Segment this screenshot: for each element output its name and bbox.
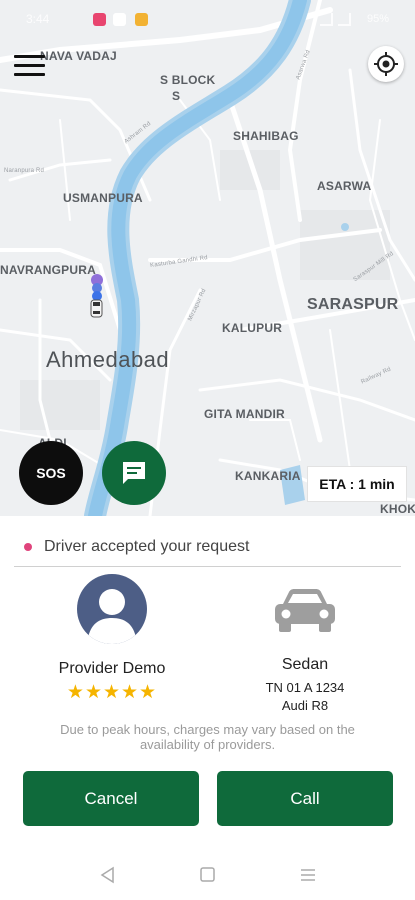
provider-name: Provider Demo — [58, 660, 166, 677]
menu-icon — [14, 73, 45, 76]
system-navigation-bar — [0, 836, 415, 900]
cancel-button[interactable]: Cancel — [23, 771, 199, 826]
vehicle-type: Sedan — [281, 656, 329, 673]
status-time: 3:44 — [26, 12, 50, 26]
back-icon[interactable] — [99, 866, 117, 884]
provider-avatar — [77, 574, 147, 644]
car-icon — [275, 589, 335, 632]
request-status: Driver accepted your request — [24, 538, 249, 556]
map-label-usmanpura: USMANPURA — [63, 191, 143, 205]
home-icon[interactable] — [199, 866, 217, 884]
sos-button[interactable]: SOS — [19, 441, 83, 505]
menu-icon — [14, 55, 45, 58]
map-label-saraspur: SARASPUR — [307, 296, 399, 313]
status-bar: 3:44 95% — [0, 0, 415, 34]
map-label-khokhra: KHOK — [380, 502, 415, 516]
signal-icon — [320, 13, 333, 26]
notification-icon — [93, 13, 106, 26]
menu-icon — [14, 64, 45, 67]
peak-hours-note: Due to peak hours, charges may vary base… — [60, 722, 355, 752]
call-button[interactable]: Call — [217, 771, 393, 826]
chat-button[interactable] — [102, 441, 166, 505]
person-icon — [87, 589, 137, 644]
recents-icon[interactable] — [299, 866, 317, 884]
map-label-ahmedabad: Ahmedabad — [46, 347, 170, 372]
map-road-naranpura: Naranpura Rd — [4, 168, 45, 174]
request-status-text: Driver accepted your request — [44, 538, 250, 555]
rating-stars: ★★★★★ — [66, 682, 158, 703]
map-label-s-block: S BLOCK — [160, 73, 216, 87]
vehicle-model: Audi R8 — [281, 698, 329, 713]
map-label-asarwa: ASARWA — [317, 179, 372, 193]
map-label-navrangpura: NAVRANGPURA — [0, 263, 96, 277]
status-dot-icon — [24, 543, 32, 551]
map-label-s-block-line2: S — [172, 89, 181, 103]
map-label-gita-mandir: GITA MANDIR — [204, 407, 285, 421]
signal-icon — [338, 13, 351, 26]
notification-icon — [135, 13, 148, 26]
crosshair-icon — [374, 52, 398, 76]
chat-icon — [123, 462, 145, 484]
divider — [14, 566, 401, 567]
vehicle-plate: TN 01 A 1234 — [265, 680, 345, 695]
map-label-kalupur: KALUPUR — [222, 321, 283, 335]
map-view[interactable]: NAVA VADAJ S BLOCK S SHAHIBAG ASARWA USM… — [0, 0, 415, 516]
notification-icon — [113, 13, 126, 26]
my-location-button[interactable] — [368, 46, 404, 82]
map-label-kankaria: KANKARIA — [235, 469, 301, 483]
eta-badge: ETA : 1 min — [307, 466, 407, 502]
map-label-shahibag: SHAHIBAG — [233, 129, 299, 143]
provider-info: Provider Demo ★★★★★ — [24, 572, 200, 704]
vehicle-info: Sedan TN 01 A 1234 Audi R8 — [215, 572, 395, 713]
driver-car-marker — [90, 274, 103, 318]
battery-level: 95% — [366, 13, 389, 25]
map-label-nava-vadaj: NAVA VADAJ — [40, 49, 117, 63]
menu-button[interactable] — [14, 55, 46, 77]
